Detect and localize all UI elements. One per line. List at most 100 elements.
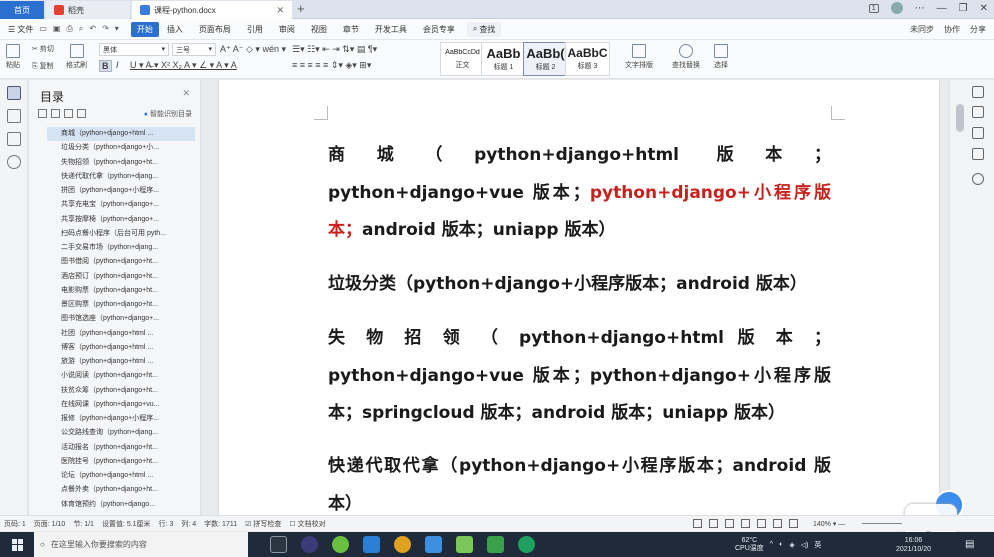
- toc-item[interactable]: 商城（python+django+html ...: [47, 127, 195, 142]
- status-col[interactable]: 列: 4: [177, 519, 200, 529]
- toc-item[interactable]: 小说阅读（python+django+ht...: [47, 369, 195, 383]
- close-window-icon[interactable]: ✕: [980, 3, 988, 14]
- menu-item-reference[interactable]: 引用: [239, 24, 271, 35]
- volume-icon[interactable]: ◁): [801, 541, 809, 549]
- collaborate-button[interactable]: 协作: [944, 24, 960, 35]
- toc-item[interactable]: 旅游（python+django+html ...: [47, 355, 195, 369]
- menu-dots-icon[interactable]: ⋯: [915, 3, 925, 14]
- cpu-temp-widget[interactable]: 62°C CPU温度: [735, 537, 764, 553]
- expand-icon[interactable]: [38, 109, 47, 118]
- paragraph-shop[interactable]: 商城（python+django+html 版本；python+django+v…: [328, 137, 831, 250]
- chrome-app-icon[interactable]: [394, 536, 411, 553]
- toc-item[interactable]: 拼团（python+django+小程序...: [47, 184, 195, 198]
- close-icon[interactable]: ✕: [182, 88, 190, 99]
- add-icon[interactable]: [64, 109, 73, 118]
- maximize-icon[interactable]: ❐: [959, 3, 968, 14]
- underline-button[interactable]: U ▾ A̶ ▾ X² X₂ A ▾ ∠ ▾ A ▾ A: [130, 60, 237, 71]
- zoom-slider[interactable]: [862, 523, 902, 524]
- toc-item[interactable]: 共享充电宝（python+django+...: [47, 198, 195, 212]
- bold-button[interactable]: B: [99, 60, 112, 72]
- toc-item[interactable]: 体育馆预约（python+django...: [47, 498, 195, 512]
- toc-item[interactable]: 论坛（python+django+html ...: [47, 469, 195, 483]
- list-buttons[interactable]: ☰▾ ☷▾ ⇤ ⇥ ⇅▾ ▤ ¶▾: [292, 44, 377, 55]
- remove-icon[interactable]: [77, 109, 86, 118]
- file-menu[interactable]: ☰ 文件: [0, 24, 39, 35]
- menu-item-member[interactable]: 会员专享: [415, 24, 463, 35]
- select-button[interactable]: 选择: [714, 44, 728, 70]
- toc-item[interactable]: 快递代取代拿（python+djang...: [47, 170, 195, 184]
- font-name-select[interactable]: 黑体 ▾: [99, 43, 169, 56]
- help-icon[interactable]: [972, 173, 984, 185]
- taskbar-search[interactable]: 在这里输入你要搜索的内容: [34, 532, 248, 557]
- search-box[interactable]: ⌕ 查找: [466, 21, 502, 37]
- collapse-icon[interactable]: [51, 109, 60, 118]
- tray-expand-icon[interactable]: ^: [770, 541, 773, 548]
- document-page[interactable]: 商城（python+django+html 版本；python+django+v…: [219, 80, 939, 515]
- vertical-scrollbar[interactable]: [956, 104, 964, 132]
- bookmark-icon[interactable]: [6, 132, 21, 146]
- status-row[interactable]: 行: 3: [155, 519, 178, 529]
- cut-button[interactable]: ✂ 剪切: [32, 44, 54, 54]
- zoom-level[interactable]: 140% ▾ —: [813, 520, 845, 528]
- pen-icon[interactable]: [972, 106, 984, 118]
- toc-item[interactable]: 点餐外卖（python+django+ht...: [47, 483, 195, 497]
- paragraph-garbage[interactable]: 垃圾分类（python+django+小程序版本；android 版本）: [328, 266, 831, 304]
- notification-icon[interactable]: ▤: [965, 539, 974, 550]
- tab-document[interactable]: 课程-python.docx ✕: [132, 1, 292, 19]
- menu-item-view[interactable]: 视图: [303, 24, 335, 35]
- justify-button[interactable]: ≡: [315, 60, 320, 70]
- style-heading-2[interactable]: AaBb( 标题 2: [523, 42, 568, 76]
- toc-item[interactable]: 酒店预订（python+django+ht...: [47, 270, 195, 284]
- toc-item[interactable]: 报修（python+django+小程序...: [47, 412, 195, 426]
- settings-app-icon[interactable]: [270, 536, 287, 553]
- copy-button[interactable]: ⎘ 复制: [32, 61, 54, 71]
- page-view-icon[interactable]: [741, 519, 750, 528]
- window-count-badge[interactable]: 1: [868, 3, 879, 13]
- toc-item[interactable]: 扶贫众筹（python+django+ht...: [47, 384, 195, 398]
- toc-item[interactable]: 图书馆选座（python+django+...: [47, 312, 195, 326]
- layout-icon[interactable]: [972, 127, 984, 139]
- pycharm-app-icon[interactable]: [456, 536, 473, 553]
- menu-item-dev-tools[interactable]: 开发工具: [367, 24, 415, 35]
- edit-mode-icon[interactable]: [725, 519, 734, 528]
- menu-item-insert[interactable]: 插入: [159, 24, 191, 35]
- wechat-tray-icon[interactable]: ◐: [779, 541, 783, 548]
- avatar[interactable]: [890, 2, 903, 14]
- toc-item[interactable]: 垃圾分类（python+django+小...: [47, 141, 195, 155]
- status-position[interactable]: 设置值: 5.1厘米: [98, 519, 155, 529]
- menu-item-review[interactable]: 审阅: [271, 24, 303, 35]
- toc-item[interactable]: 活动报名（python+django+ht...: [47, 441, 195, 455]
- font-size-select[interactable]: 三号 ▾: [172, 43, 216, 56]
- tune-icon[interactable]: [972, 148, 984, 160]
- tab-daoke[interactable]: 稻壳: [46, 1, 130, 19]
- paste-button[interactable]: 粘贴: [6, 44, 20, 70]
- clock[interactable]: 16:06 2021/10/20: [896, 536, 931, 554]
- toc-item[interactable]: 失物招领（python+django+ht...: [47, 156, 195, 170]
- search-icon[interactable]: [6, 155, 21, 169]
- zoom-in-icon[interactable]: [972, 86, 984, 98]
- sync-status[interactable]: 未同步: [910, 24, 934, 35]
- toc-item[interactable]: 图书借阅（python+django+ht...: [47, 255, 195, 269]
- wps-app-icon[interactable]: [425, 536, 442, 553]
- align-buttons[interactable]: ≡ ≡ ≡ ≡ ≡ ⇕▾ ◈▾ ⊞▾: [292, 60, 371, 71]
- text-layout-button[interactable]: 文字排版: [625, 44, 653, 70]
- smart-toc-button[interactable]: 智能识别目录: [144, 109, 192, 119]
- menu-item-page-layout[interactable]: 页面布局: [191, 24, 239, 35]
- toc-item[interactable]: 公交路线查询（python+djang...: [47, 426, 195, 440]
- toc-panel-icon[interactable]: [6, 86, 21, 100]
- tab-home[interactable]: 首页: [0, 1, 44, 19]
- eclipse-app-icon[interactable]: [301, 536, 318, 553]
- find-replace-button[interactable]: 查找替换: [672, 44, 700, 70]
- ime-indicator[interactable]: 英: [814, 540, 821, 550]
- menu-item-chapter[interactable]: 章节: [335, 24, 367, 35]
- close-icon[interactable]: ✕: [276, 5, 284, 16]
- fullscreen-icon[interactable]: [693, 519, 702, 528]
- status-pages[interactable]: 页面: 1/10: [30, 519, 70, 529]
- toc-item[interactable]: 社团（python+django+html ...: [47, 327, 195, 341]
- wechat-app-icon[interactable]: [332, 536, 349, 553]
- minimize-icon[interactable]: —: [937, 3, 947, 14]
- toc-item[interactable]: 共享按摩椅（python+django+...: [47, 213, 195, 227]
- style-heading-1[interactable]: AaBb 标题 1: [481, 42, 526, 76]
- network-icon[interactable]: ◈: [789, 541, 794, 549]
- status-page[interactable]: 页码: 1: [0, 519, 30, 529]
